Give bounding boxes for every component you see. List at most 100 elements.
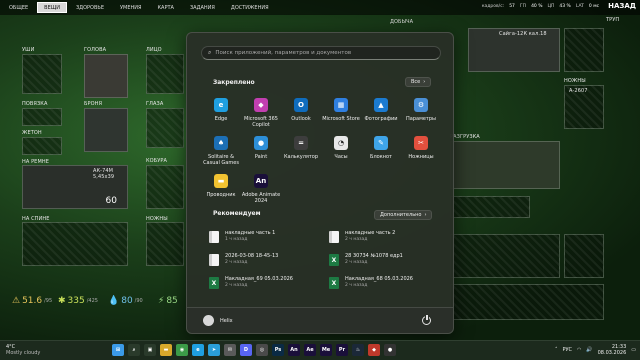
taskbar-start-icon[interactable]: ⊞ (112, 344, 124, 356)
recommended-time: 2 ч назад (345, 237, 368, 242)
slot-ears[interactable] (22, 54, 62, 94)
taskbar-premiere-icon[interactable]: Pr (336, 344, 348, 356)
tab-map[interactable]: КАРТА (151, 2, 181, 13)
pinned-app-settings[interactable]: ⚙ Параметры (401, 95, 441, 133)
hydration-stat: ⚠ 51.6 /95 (12, 296, 52, 306)
loot-grid-2[interactable] (450, 234, 560, 278)
recommended-item[interactable]: X Накладная_69 05.03.2026 2 ч назад (209, 276, 329, 299)
pinned-app-label: Microsoft Store (322, 116, 360, 122)
slot-eyes[interactable] (146, 108, 184, 148)
pinned-app-clock[interactable]: ◔ Часы (321, 133, 361, 171)
taskbar-game-icon[interactable]: ◎ (256, 344, 268, 356)
recommended-name: Накладная_69 05.03.2026 (225, 276, 293, 282)
pinned-app-store[interactable]: ▦ Microsoft Store (321, 95, 361, 133)
taskbar-discord-icon[interactable]: D (240, 344, 252, 356)
loot-rig-slot[interactable] (450, 141, 560, 189)
loot-grid-1[interactable] (450, 196, 530, 218)
slot-head[interactable] (84, 54, 128, 98)
all-apps-button[interactable]: Все › (405, 77, 432, 87)
wifi-icon[interactable]: ◠ (577, 347, 581, 353)
language-indicator[interactable]: РУС (562, 347, 572, 353)
taskbar-app-icon[interactable]: ◆ (368, 344, 380, 356)
taskbar-steam-icon[interactable]: ♨ (352, 344, 364, 356)
water-icon: 💧 (108, 296, 120, 306)
loot-weapon-slot[interactable]: Сайга-12К кал.18 (468, 28, 560, 72)
slot-armor[interactable] (84, 108, 128, 152)
slot-eyes-label: ГЛАЗА (146, 101, 164, 107)
loot-grid-3[interactable] (564, 234, 604, 278)
tab-quests[interactable]: ЗАДАНИЯ (183, 2, 222, 13)
excel-file-icon: X (209, 277, 219, 289)
tab-skills[interactable]: УМЕНИЯ (113, 2, 149, 13)
clock[interactable]: 21:33 08.03.2026 (598, 344, 627, 356)
pinned-app-notepad[interactable]: ✎ Блокнот (361, 133, 401, 171)
volume-icon[interactable]: 🔊 (586, 347, 592, 353)
back-button[interactable]: НАЗАД (604, 2, 640, 10)
more-button[interactable]: Дополнительно › (374, 210, 433, 220)
slot-face-label: ЛИЦО (146, 47, 162, 53)
recommended-text: накладные часть 11 ч назад (225, 230, 275, 243)
slot-holster-label: КОБУРА (146, 158, 167, 164)
slot-holster[interactable] (146, 165, 184, 209)
recommended-item[interactable]: X Накладная_68 05.03.2026 2 ч назад (329, 276, 439, 299)
recommended-item[interactable]: X 28 30734 №1078 едр1 2 ч назад (329, 253, 439, 276)
slot-armband[interactable] (22, 108, 62, 126)
lat-label: LAT (575, 3, 584, 9)
taskbar-mail-icon[interactable]: ✉ (224, 344, 236, 356)
loot-knife-slot[interactable]: А-2607 (564, 85, 604, 129)
tab-health[interactable]: ЗДОРОВЬЕ (69, 2, 111, 13)
start-search-input[interactable] (215, 50, 436, 56)
taskbar-explorer-icon[interactable]: ▬ (160, 344, 172, 356)
pinned-app-edge[interactable]: e Edge (201, 95, 241, 133)
weather-widget[interactable]: 4°C Mostly cloudy (6, 344, 40, 356)
slot-tag[interactable] (22, 137, 62, 155)
tray-up-icon[interactable]: ˄ (555, 347, 558, 353)
recommended-item[interactable]: накладные часть 22 ч назад (329, 230, 439, 253)
start-footer: Helix (187, 307, 453, 333)
tab-general[interactable]: ОБЩЕЕ (2, 2, 35, 13)
recommended-time: 2 ч назад (345, 283, 368, 288)
pinned-app-calculator[interactable]: = Калькулятор (281, 133, 321, 171)
pinned-app-label: Microsoft 365 Copilot (244, 116, 278, 128)
slot-onbelt[interactable]: АК-74М 5,45х39 60 (22, 165, 128, 209)
pinned-app-solitaire[interactable]: ♠ Solitaire & Casual Games (201, 133, 241, 171)
taskbar-animate-icon[interactable]: An (288, 344, 300, 356)
scissors-icon: ✂ (414, 136, 428, 150)
start-search[interactable]: ⌕ (201, 46, 441, 60)
search-icon: ⌕ (208, 49, 212, 56)
taskbar-photoshop-icon[interactable]: Ps (272, 344, 284, 356)
taskbar-chrome-icon[interactable]: ◉ (176, 344, 188, 356)
pinned-app-scissors[interactable]: ✂ Ножницы (401, 133, 441, 171)
hydration-max: /95 (44, 298, 53, 304)
pinned-app-explorer[interactable]: ▬ Проводник (201, 171, 241, 209)
pinned-app-photos[interactable]: ▲ Фотографии (361, 95, 401, 133)
taskbar-search-icon[interactable]: ⌕ (128, 344, 140, 356)
tab-items[interactable]: ВЕЩИ (37, 2, 67, 13)
taskbar-taskview-icon[interactable]: ▣ (144, 344, 156, 356)
taskbar-mediaencoder-icon[interactable]: Me (320, 344, 332, 356)
document-file-icon (209, 231, 219, 243)
taskbar-edge-icon[interactable]: e (192, 344, 204, 356)
pinned-app-m365[interactable]: ◆ Microsoft 365 Copilot (241, 95, 281, 133)
taskbar-obs-icon[interactable]: ● (384, 344, 396, 356)
pinned-app-outlook[interactable]: O Outlook (281, 95, 321, 133)
pinned-app-animate[interactable]: An Adobe Animate 2024 (241, 171, 281, 209)
weight-max: /90 (134, 298, 143, 304)
slot-tag-label: ЖЕТОН (22, 130, 42, 136)
power-icon[interactable] (422, 314, 431, 325)
tab-achievements[interactable]: ДОСТИЖЕНИЯ (224, 2, 276, 13)
recommended-item[interactable]: 2026-03-08 18-45-13 2 ч назад (209, 253, 329, 276)
recommended-item[interactable]: накладные часть 11 ч назад (209, 230, 329, 253)
notifications-icon[interactable]: ▭ (631, 347, 636, 353)
pinned-app-paint[interactable]: ● Paint (241, 133, 281, 171)
slot-face[interactable] (146, 54, 184, 94)
loot-grid-4[interactable] (450, 284, 604, 320)
document-file-icon (209, 254, 219, 266)
taskbar-aftereffects-icon[interactable]: Ae (304, 344, 316, 356)
taskbar-telegram-icon[interactable]: ➤ (208, 344, 220, 356)
system-tray: ˄ РУС ◠ 🔊 21:33 08.03.2026 ▭ (555, 344, 636, 356)
slot-knives[interactable] (146, 222, 184, 266)
user-account-button[interactable]: Helix (203, 315, 233, 326)
loot-slot-a[interactable] (564, 28, 604, 72)
slot-onback[interactable] (22, 222, 128, 266)
